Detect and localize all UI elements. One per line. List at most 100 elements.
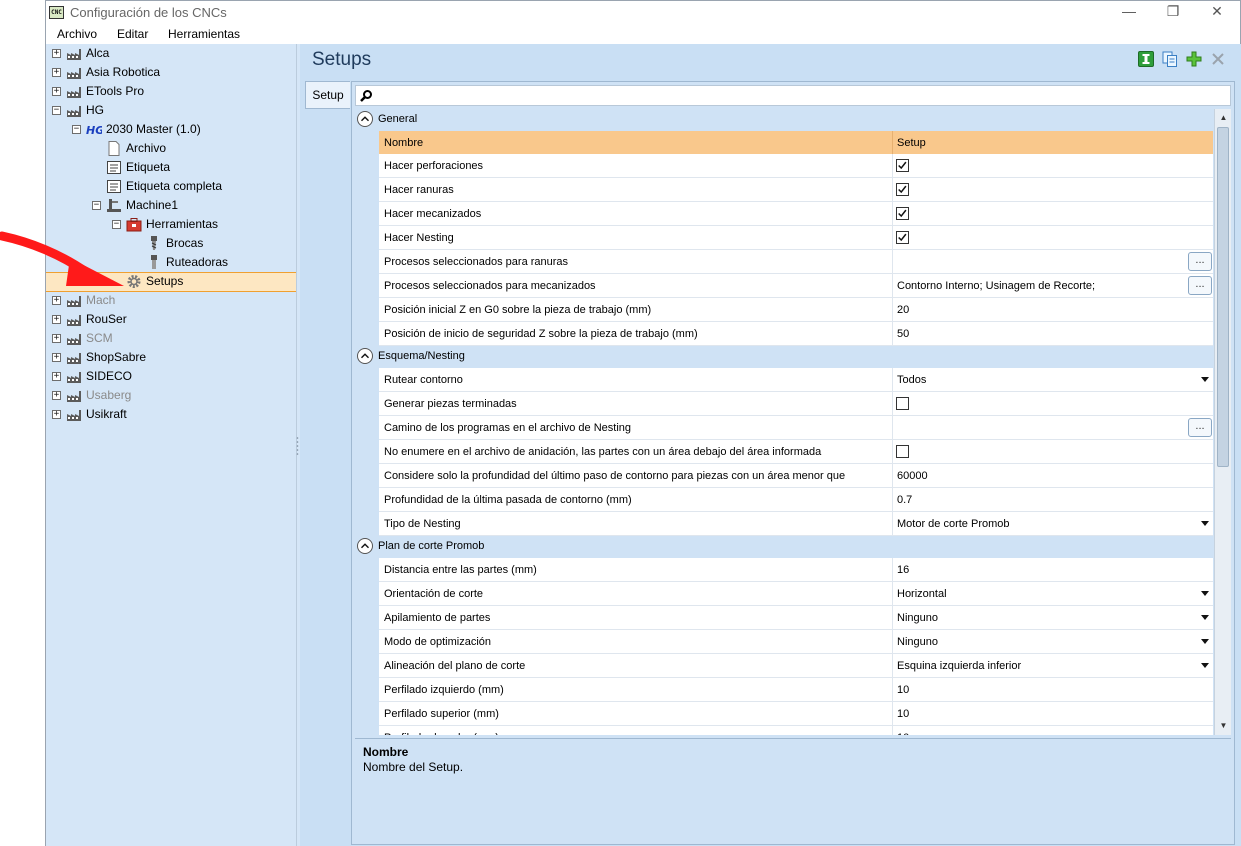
property-row-procesos-seleccionados-para-ranuras[interactable]: Procesos seleccionados para ranuras... (379, 250, 1213, 274)
property-value[interactable]: 0.7 (897, 494, 912, 506)
tree-node-scm[interactable]: + SCM (52, 329, 292, 348)
tree-node-ruteadoras[interactable]: Ruteadoras (132, 253, 292, 272)
property-checkbox[interactable] (896, 207, 909, 220)
minimize-button[interactable]: — (1106, 2, 1152, 23)
dropdown-arrow-icon[interactable] (1201, 591, 1209, 596)
column-divider[interactable] (892, 131, 893, 154)
expand-icon[interactable]: + (52, 87, 61, 96)
property-value[interactable]: 60000 (897, 470, 928, 482)
property-dropdown-value[interactable]: Todos (897, 374, 926, 386)
expand-icon[interactable]: + (52, 391, 61, 400)
expand-icon[interactable]: + (52, 315, 61, 324)
collapse-icon[interactable]: − (52, 106, 61, 115)
restore-button[interactable]: ❐ (1150, 2, 1196, 23)
dropdown-arrow-icon[interactable] (1201, 615, 1209, 620)
expand-icon[interactable]: + (52, 296, 61, 305)
menu-editar[interactable]: Editar (117, 27, 148, 41)
property-value[interactable]: 50 (897, 328, 909, 340)
close-button[interactable]: ✕ (1194, 2, 1240, 23)
property-row-hacer-perforaciones[interactable]: Hacer perforaciones (379, 154, 1213, 178)
property-row-distancia-entre-las-partes-mm[interactable]: Distancia entre las partes (mm) 16 (379, 558, 1213, 582)
property-row-alineacion-del-plano-de-corte[interactable]: Alineación del plano de corte Esquina izq… (379, 654, 1213, 678)
property-row-perfilado-derecho-mm[interactable]: Perfilado derecho (mm) 10 (379, 726, 1213, 735)
tree-node-sideco[interactable]: + SIDECO (52, 367, 292, 386)
menu-archivo[interactable]: Archivo (57, 27, 97, 41)
property-checkbox[interactable] (896, 231, 909, 244)
property-dropdown-value[interactable]: Ninguno (897, 636, 938, 648)
property-row-posicion-inicial-z-en-g0-sobre-la-pieza-[interactable]: Posición inicial Z en G0 sobre la pieza … (379, 298, 1213, 322)
tree-node-brocas[interactable]: Brocas (132, 234, 292, 253)
delete-icon[interactable] (1210, 51, 1226, 67)
dropdown-arrow-icon[interactable] (1201, 639, 1209, 644)
property-row-procesos-seleccionados-para-mecanizados[interactable]: Procesos seleccionados para mecanizados C… (379, 274, 1213, 298)
tree-node-etiqueta[interactable]: Etiqueta (92, 158, 292, 177)
add-icon[interactable] (1186, 51, 1202, 67)
property-dropdown-value[interactable]: Esquina izquierda inferior (897, 660, 1021, 672)
tree-node-hg[interactable]: − HG (52, 101, 292, 120)
tree-node-usaberg[interactable]: + Usaberg (52, 386, 292, 405)
browse-button[interactable]: ... (1188, 276, 1212, 295)
property-value[interactable]: 10 (897, 732, 909, 735)
property-dropdown-value[interactable]: Ninguno (897, 612, 938, 624)
scroll-up-icon[interactable]: ▲ (1215, 111, 1232, 125)
collapse-section-icon[interactable] (357, 538, 373, 554)
menu-herramientas[interactable]: Herramientas (168, 27, 240, 41)
tree-node-asia-robotica[interactable]: + Asia Robotica (52, 63, 292, 82)
property-checkbox[interactable] (896, 159, 909, 172)
property-row-rutear-contorno[interactable]: Rutear contorno Todos (379, 368, 1213, 392)
collapse-icon[interactable]: − (72, 125, 81, 134)
property-value[interactable]: Contorno Interno; Usinagem de Recorte; (897, 280, 1095, 292)
dropdown-arrow-icon[interactable] (1201, 377, 1209, 382)
property-row-hacer-ranuras[interactable]: Hacer ranuras (379, 178, 1213, 202)
property-value[interactable]: 16 (897, 564, 909, 576)
scrollbar-thumb[interactable] (1217, 127, 1229, 467)
property-checkbox[interactable] (896, 445, 909, 458)
copy-icon[interactable] (1162, 51, 1178, 67)
collapse-section-icon[interactable] (357, 111, 373, 127)
expand-icon[interactable]: + (52, 68, 61, 77)
property-row-generar-piezas-terminadas[interactable]: Generar piezas terminadas (379, 392, 1213, 416)
property-row-tipo-de-nesting[interactable]: Tipo de Nesting Motor de corte Promob (379, 512, 1213, 536)
property-checkbox[interactable] (896, 397, 909, 410)
tree-node-alca[interactable]: + Alca (52, 44, 292, 63)
browse-button[interactable]: ... (1188, 418, 1212, 437)
property-value[interactable]: 20 (897, 304, 909, 316)
expand-icon[interactable]: + (52, 49, 61, 58)
tree-node-herramientas[interactable]: − Herramientas (112, 215, 292, 234)
tree-node-rouser[interactable]: + RouSer (52, 310, 292, 329)
tab-setup[interactable]: Setup (305, 81, 350, 109)
tree-node-shopsabre[interactable]: + ShopSabre (52, 348, 292, 367)
tree-node-2030-master-1-0[interactable]: −HG 2030 Master (1.0) (72, 120, 292, 139)
property-value[interactable]: 10 (897, 708, 909, 720)
property-row-orientacion-de-corte[interactable]: Orientación de corte Horizontal (379, 582, 1213, 606)
expand-icon[interactable]: + (52, 410, 61, 419)
property-row-perfilado-superior-mm[interactable]: Perfilado superior (mm) 10 (379, 702, 1213, 726)
tree-node-machine1[interactable]: − Machine1 (92, 196, 292, 215)
dropdown-arrow-icon[interactable] (1201, 521, 1209, 526)
tree-node-etiqueta-completa[interactable]: Etiqueta completa (92, 177, 292, 196)
property-row-camino-de-los-programas-en-el-archivo-de[interactable]: Camino de los programas en el archivo de… (379, 416, 1213, 440)
scroll-down-icon[interactable]: ▼ (1215, 719, 1232, 733)
property-row-posicion-de-inicio-de-seguridad-z-sobre-[interactable]: Posición de inicio de seguridad Z sobre … (379, 322, 1213, 346)
property-row-hacer-nesting[interactable]: Hacer Nesting (379, 226, 1213, 250)
tree-node-archivo[interactable]: Archivo (92, 139, 292, 158)
expand-icon[interactable]: + (52, 353, 61, 362)
browse-button[interactable]: ... (1188, 252, 1212, 271)
info-icon[interactable] (1138, 51, 1154, 67)
tree-node-usikraft[interactable]: + Usikraft (52, 405, 292, 424)
property-row-hacer-mecanizados[interactable]: Hacer mecanizados (379, 202, 1213, 226)
expand-icon[interactable]: + (52, 334, 61, 343)
collapse-icon[interactable]: − (92, 201, 101, 210)
property-row-apilamiento-de-partes[interactable]: Apilamiento de partes Ninguno (379, 606, 1213, 630)
property-row-no-enumere-en-el-archivo-de-anidacion-la[interactable]: No enumere en el archivo de anidación, l… (379, 440, 1213, 464)
property-checkbox[interactable] (896, 183, 909, 196)
property-value[interactable]: 10 (897, 684, 909, 696)
property-row-profundidad-de-la-ultima-pasada-de-conto[interactable]: Profundidad de la última pasada de conto… (379, 488, 1213, 512)
expand-icon[interactable]: + (52, 372, 61, 381)
property-dropdown-value[interactable]: Horizontal (897, 588, 947, 600)
collapse-section-icon[interactable] (357, 348, 373, 364)
vertical-scrollbar[interactable]: ▲ ▼ (1214, 109, 1231, 735)
dropdown-arrow-icon[interactable] (1201, 663, 1209, 668)
property-dropdown-value[interactable]: Motor de corte Promob (897, 518, 1010, 530)
property-row-perfilado-izquierdo-mm[interactable]: Perfilado izquierdo (mm) 10 (379, 678, 1213, 702)
